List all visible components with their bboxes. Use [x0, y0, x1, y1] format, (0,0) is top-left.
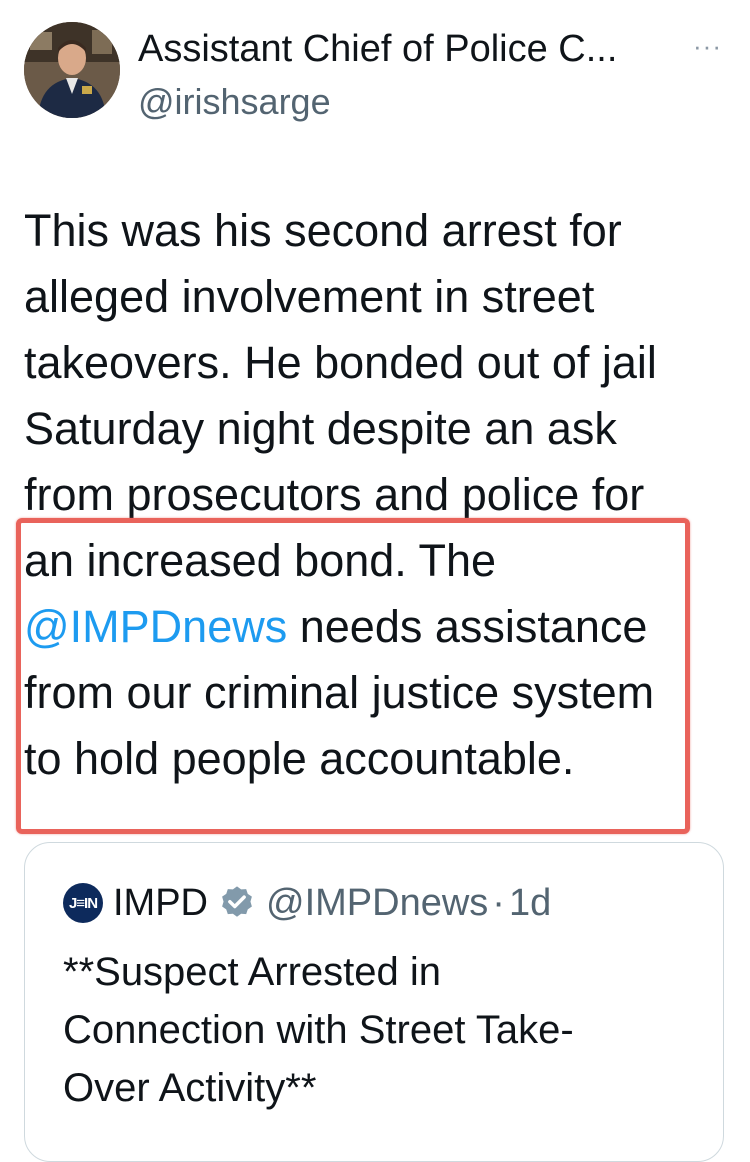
tweet-body: This was his second arrest for alleged i… [24, 198, 724, 792]
quoted-tweet-body: **Suspect Arrested in Connection with St… [63, 943, 703, 1117]
tweet-text-line: takeovers. He bonded out of jail [24, 337, 657, 388]
quoted-author-avatar[interactable]: J≡IN [63, 883, 103, 923]
quoted-text-line: Connection with Street Take- [63, 1008, 574, 1052]
more-horizontal-icon[interactable]: ··· [693, 33, 722, 59]
quoted-author-name[interactable]: IMPD [113, 882, 208, 925]
tweet-text-line: from prosecutors and police for [24, 469, 645, 520]
tweet-text-line: from our criminal justice system [24, 667, 655, 718]
quoted-tweet-card[interactable]: J≡IN IMPD @IMPDnews · 1d **Suspect Arres… [24, 842, 724, 1162]
author-photo [24, 22, 120, 118]
quoted-tweet-header: J≡IN IMPD @IMPDnews · 1d [63, 881, 551, 925]
verified-badge-icon [218, 884, 256, 922]
tweet-text-line: to hold people accountable. [24, 733, 575, 784]
mention-link[interactable]: @IMPDnews [24, 601, 287, 652]
tweet-text-line: This was his second arrest for [24, 205, 622, 256]
quoted-text-line: Over Activity** [63, 1066, 317, 1110]
tweet-text-line: an increased bond. The [24, 535, 497, 586]
separator-dot: · [492, 881, 505, 924]
quoted-text-line: **Suspect Arrested in [63, 950, 441, 994]
quoted-tweet-time[interactable]: 1d [509, 882, 551, 925]
tweet-text-fragment: needs assistance [287, 601, 648, 652]
author-handle[interactable]: @irishsarge [138, 80, 331, 124]
tweet-text-line: Saturday night despite an ask [24, 403, 617, 454]
author-avatar[interactable] [24, 22, 120, 118]
tweet-header: Assistant Chief of Police C... @irishsar… [24, 22, 726, 122]
tweet-text-line: alleged involvement in street [24, 271, 595, 322]
tweet-text-line-mention: @IMPDnews needs assistance [24, 594, 724, 660]
quoted-author-handle[interactable]: @IMPDnews [266, 882, 488, 925]
author-name[interactable]: Assistant Chief of Police C... [138, 26, 617, 72]
